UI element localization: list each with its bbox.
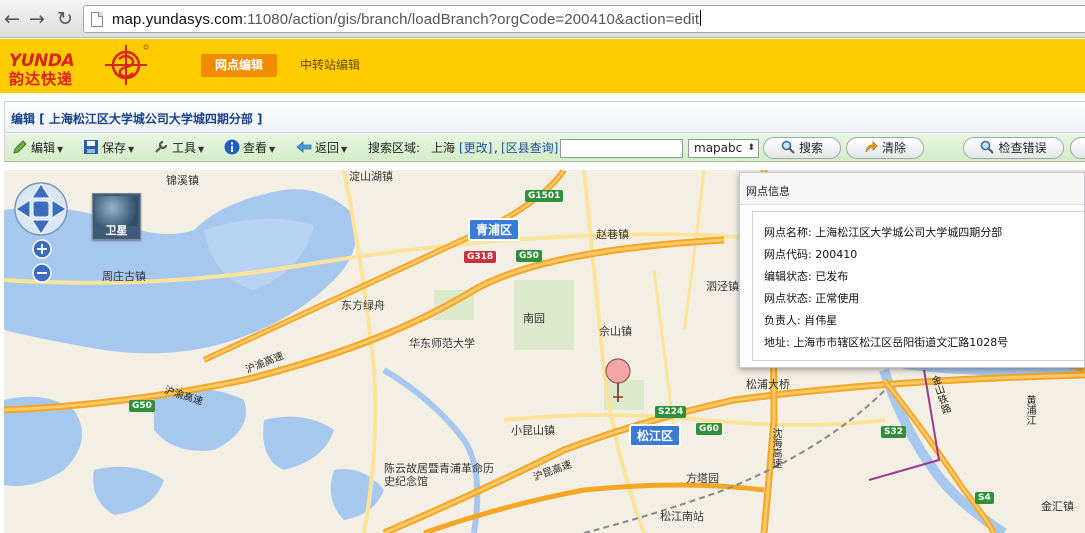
place-label: 小昆山镇 xyxy=(511,424,555,437)
highway-shield: G50 xyxy=(129,400,155,412)
info-row-name: 网点名称: 上海松江区大学城公司大学城四期分部 xyxy=(764,226,1003,239)
panel-title-bar: 编辑 [ 上海松江区大学城公司大学城四期分部 ] xyxy=(4,101,1085,133)
info-popup-title: 网点信息 xyxy=(746,185,790,198)
info-row-address: 地址: 上海市市辖区松江区岳阳街道文汇路1028号 xyxy=(764,336,1009,349)
provincial-road-shield: S224 xyxy=(655,406,687,418)
back-label: 返回 xyxy=(315,141,340,155)
search-area-label: 搜索区域: xyxy=(368,141,421,155)
place-label: 锦溪镇 xyxy=(166,174,199,187)
tools-menu-button[interactable]: 工具 ▼ xyxy=(153,138,204,158)
zoom-control[interactable] xyxy=(31,239,53,285)
yunda-logo: YUNDA 韵达快递 xyxy=(9,42,159,90)
check-errors-button[interactable]: 检查错误 xyxy=(963,137,1064,159)
highway-shield: G1501 xyxy=(525,190,564,202)
clear-button-label: 清除 xyxy=(881,141,906,155)
map-toolbar: 编辑 ▼ 保存 ▼ 工具 ▼ 查看 ▼ 返回 ▼ 搜索区域: 上海 [更改] , [区县查… xyxy=(4,134,1085,162)
highway-shield: S32 xyxy=(881,426,907,438)
tools-label: 工具 xyxy=(172,141,197,155)
reload-icon[interactable]: ↻ xyxy=(55,9,75,29)
change-area-link[interactable]: [更改] xyxy=(459,138,492,158)
url-host: map.yundasys.com xyxy=(112,11,243,28)
floppy-disk-icon xyxy=(84,140,98,154)
road-name-label: 沈海高速 xyxy=(770,428,781,468)
logo-text-cn: 韵达快递 xyxy=(9,70,74,88)
magnifier-icon xyxy=(781,140,795,154)
tab-transfer-station-edit[interactable]: 中转站编辑 xyxy=(286,54,374,77)
place-label: 陈云故居暨青浦革命历史纪念馆 xyxy=(384,462,494,488)
text-caret xyxy=(700,10,702,26)
back-arrow-icon[interactable]: ← xyxy=(2,9,22,29)
search-area-value: 上海 xyxy=(431,141,456,155)
separator-comma: , xyxy=(494,141,498,155)
info-row-branch-status: 网点状态: 正常使用 xyxy=(764,292,860,305)
district-query-link[interactable]: [区县查询] xyxy=(501,138,558,158)
back-menu-button[interactable]: 返回 ▼ xyxy=(296,138,347,158)
info-row-edit-status: 编辑状态: 已发布 xyxy=(764,270,849,283)
place-label: 金汇镇 xyxy=(1041,500,1074,513)
check-errors-label: 检查错误 xyxy=(998,141,1047,155)
national-road-shield: G318 xyxy=(464,251,497,263)
url-text[interactable]: map.yundasys.com:11080/action/gis/branch… xyxy=(112,10,702,28)
pan-control[interactable] xyxy=(12,180,70,238)
branch-info-popup: 网点信息 网点名称: 上海松江区大学城公司大学城四期分部 网点代码: 20041… xyxy=(739,172,1085,368)
edit-label: 编辑 xyxy=(31,141,56,155)
branch-location-marker-icon[interactable] xyxy=(603,358,633,406)
overflow-button[interactable] xyxy=(1070,137,1085,159)
undo-arrow-icon xyxy=(865,141,878,153)
save-menu-button[interactable]: 保存 ▼ xyxy=(83,138,134,158)
url-path: :11080/action/gis/branch/loadBranch?orgC… xyxy=(242,11,700,28)
address-bar[interactable]: map.yundasys.com:11080/action/gis/branch… xyxy=(83,5,1085,33)
place-label: 泗泾镇 xyxy=(706,280,739,293)
place-label: 淀山湖镇 xyxy=(349,170,393,183)
browser-toolbar: ← → ↻ map.yundasys.com:11080/action/gis/… xyxy=(0,0,1085,38)
page-icon xyxy=(91,12,103,27)
info-popup-body: 网点名称: 上海松江区大学城公司大学城四期分部 网点代码: 200410 编辑状… xyxy=(752,211,1085,361)
pencil-icon xyxy=(13,140,27,154)
district-label: 松江区 xyxy=(629,424,682,447)
info-icon xyxy=(224,139,240,155)
place-label: 东方绿舟 xyxy=(341,299,385,312)
info-popup-header: 网点信息 xyxy=(740,173,1084,205)
view-label: 查看 xyxy=(243,141,268,155)
highway-shield: G50 xyxy=(516,250,542,262)
place-label: 周庄古镇 xyxy=(102,270,146,283)
tab-branch-edit[interactable]: 网点编辑 xyxy=(201,54,278,77)
view-menu-button[interactable]: 查看 ▼ xyxy=(224,138,275,158)
place-label: 佘山镇 xyxy=(599,325,632,338)
panel-title: 编辑 [ 上海松江区大学城公司大学城四期分部 ] xyxy=(11,112,263,126)
place-label: 松浦大桥 xyxy=(746,378,790,391)
back-arrow-icon xyxy=(296,141,312,153)
road-name-label: 黄浦江 xyxy=(1024,395,1035,425)
place-label: 赵巷镇 xyxy=(596,228,629,241)
place-label: 松江南站 xyxy=(660,510,704,523)
place-label: 华东师范大学 xyxy=(409,337,475,350)
place-label: 方塔园 xyxy=(686,472,719,485)
search-input[interactable] xyxy=(560,139,683,158)
logo-emblem-icon xyxy=(105,44,149,85)
highway-shield: G60 xyxy=(696,423,722,435)
search-button-label: 搜索 xyxy=(798,141,823,155)
magnifier-icon xyxy=(981,140,995,154)
satellite-label: 卫星 xyxy=(105,224,128,237)
select-arrows-icon: ⬍ xyxy=(747,143,755,153)
satellite-toggle-button[interactable]: 卫星 xyxy=(92,193,141,240)
edit-menu-button[interactable]: 编辑 ▼ xyxy=(12,138,63,158)
map-provider-value: mapabc xyxy=(694,141,743,155)
place-label: 南园 xyxy=(523,312,545,325)
forward-arrow-icon[interactable]: → xyxy=(27,9,47,29)
map-provider-select[interactable]: mapabc ⬍ xyxy=(688,139,759,158)
info-row-code: 网点代码: 200410 xyxy=(764,248,858,261)
highway-shield: S4 xyxy=(975,492,994,504)
info-row-manager: 负责人: 肖伟星 xyxy=(764,314,838,327)
save-label: 保存 xyxy=(102,141,127,155)
wrench-icon xyxy=(155,140,168,153)
clear-button[interactable]: 清除 xyxy=(846,137,924,159)
app-header: YUNDA 韵达快递 网点编辑 中转站编辑 xyxy=(0,39,1085,93)
search-button[interactable]: 搜索 xyxy=(763,137,841,159)
district-label: 青浦区 xyxy=(468,218,521,241)
